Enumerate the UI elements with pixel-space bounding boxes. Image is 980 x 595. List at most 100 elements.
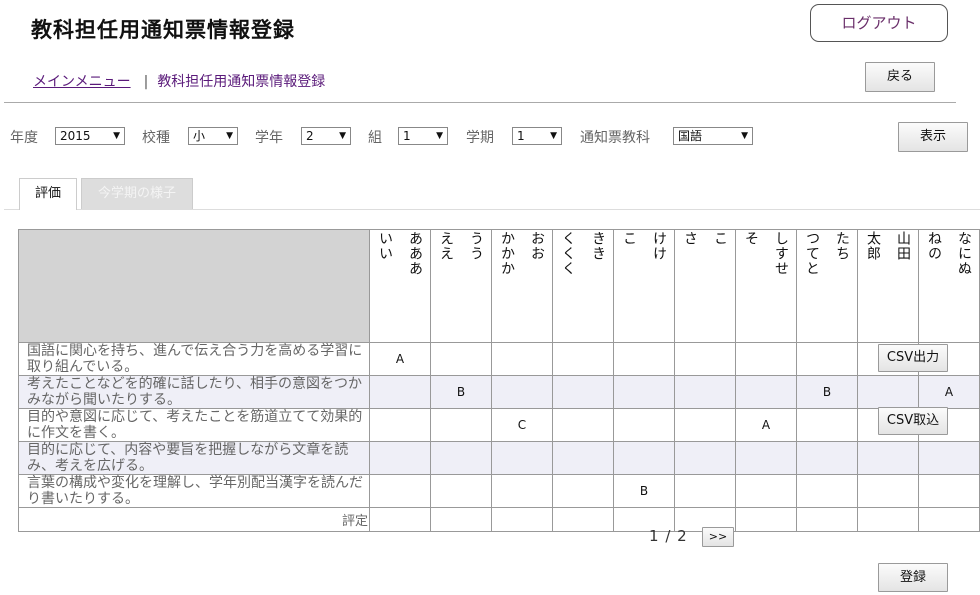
tab-term-status[interactable]: 今学期の様子 (81, 178, 193, 210)
grade-cell[interactable]: A (369, 342, 431, 376)
class-select-value: 1 (403, 129, 411, 143)
grade-cell[interactable] (796, 408, 858, 442)
grade-cell[interactable] (613, 408, 675, 442)
grade-cell[interactable] (735, 375, 797, 409)
school-type-label: 校種 (142, 130, 170, 146)
grade-cell[interactable]: A (735, 408, 797, 442)
grade-cell[interactable] (552, 441, 614, 475)
breadcrumb: メインメニュー | 教科担任用通知票情報登録 (33, 71, 325, 91)
year-select-value: 2015 (60, 129, 91, 143)
grade-cell[interactable] (735, 342, 797, 376)
grade-cell[interactable] (552, 375, 614, 409)
grade-label: 学年 (255, 130, 283, 146)
grade-cell[interactable] (857, 375, 919, 409)
register-button[interactable]: 登録 (878, 563, 948, 592)
grade-cell[interactable]: B (613, 474, 675, 508)
grade-cell[interactable] (491, 375, 553, 409)
student-header: しすせそ (735, 229, 797, 343)
rating-cell[interactable] (430, 507, 492, 532)
grade-cell[interactable]: B (430, 375, 492, 409)
rating-cell[interactable] (552, 507, 614, 532)
student-header: あああ いい (369, 229, 431, 343)
grade-cell[interactable] (674, 408, 736, 442)
grade-cell[interactable] (430, 408, 492, 442)
pager: 1 / 2 (649, 527, 688, 545)
grade-cell[interactable] (735, 441, 797, 475)
grade-cell[interactable] (430, 474, 492, 508)
grade-cell[interactable] (918, 474, 980, 508)
pager-total: 2 (677, 527, 688, 545)
grade-cell[interactable] (857, 474, 919, 508)
class-select[interactable]: 1 ▼ (398, 127, 448, 145)
criterion-label: 目的や意図に応じて、考えたことを筋道立てて効果的に作文を書く。 (18, 408, 370, 442)
grade-cell[interactable] (369, 474, 431, 508)
breadcrumb-main-menu-link[interactable]: メインメニュー (33, 74, 131, 90)
evaluation-table: あああ いい うう ええ おお かかか きき くくく けけこ こさ しすせそ たち つてと… (18, 229, 980, 532)
grade-cell[interactable] (857, 441, 919, 475)
grade-cell[interactable] (613, 441, 675, 475)
grade-cell[interactable] (674, 441, 736, 475)
subject-select[interactable]: 国語 ▼ (673, 127, 753, 145)
grade-cell[interactable] (796, 474, 858, 508)
criterion-label: 国語に関心を持ち、進んで伝え合う力を高める学習に取り組んでいる。 (18, 342, 370, 376)
rating-cell[interactable] (491, 507, 553, 532)
grade-cell[interactable]: A (918, 375, 980, 409)
grade-cell[interactable] (613, 342, 675, 376)
grade-select-value: 2 (306, 129, 314, 143)
grade-cell[interactable] (552, 474, 614, 508)
rating-cell[interactable] (735, 507, 797, 532)
table-row: 言葉の構成や変化を理解し、学年別配当漢字を読んだり書いたりする。 B (18, 474, 980, 508)
back-button[interactable]: 戻る (865, 62, 935, 92)
grade-cell[interactable] (674, 375, 736, 409)
subject-select-value: 国語 (678, 129, 703, 143)
rating-cell[interactable] (796, 507, 858, 532)
tab-evaluation[interactable]: 評価 (19, 178, 77, 210)
chevron-down-icon: ▼ (741, 131, 748, 141)
rating-cell[interactable] (369, 507, 431, 532)
grade-cell[interactable] (430, 342, 492, 376)
grade-cell[interactable] (674, 342, 736, 376)
year-select[interactable]: 2015 ▼ (55, 127, 125, 145)
school-type-select-value: 小 (193, 129, 206, 143)
grade-cell[interactable] (552, 342, 614, 376)
school-type-select[interactable]: 小 ▼ (188, 127, 238, 145)
table-row: 考えたことなどを的確に話したり、相手の意図をつかみながら聞いたりする。 B B A (18, 375, 980, 409)
csv-import-button[interactable]: CSV取込 (878, 407, 948, 435)
grade-cell[interactable] (674, 474, 736, 508)
criterion-label: 目的に応じて、内容や要旨を把握しながら文章を読み、考えを広げる。 (18, 441, 370, 475)
grade-cell[interactable] (613, 375, 675, 409)
csv-export-button[interactable]: CSV出力 (878, 344, 948, 372)
chevron-down-icon: ▼ (339, 131, 346, 141)
grade-cell[interactable] (735, 474, 797, 508)
rating-cell[interactable] (857, 507, 919, 532)
subject-label: 通知票教科 (580, 130, 650, 146)
display-button[interactable]: 表示 (898, 122, 968, 152)
term-select[interactable]: 1 ▼ (512, 127, 562, 145)
grade-cell[interactable] (491, 474, 553, 508)
rating-row-label: 評定 (18, 507, 370, 532)
table-row: 目的や意図に応じて、考えたことを筋道立てて効果的に作文を書く。 C A (18, 408, 980, 442)
grade-cell[interactable] (430, 441, 492, 475)
grade-cell[interactable] (369, 441, 431, 475)
grade-cell[interactable] (796, 441, 858, 475)
chevron-down-icon: ▼ (436, 131, 443, 141)
logout-button[interactable]: ログアウト (810, 4, 948, 42)
pager-current: 1 (649, 527, 660, 545)
grade-cell[interactable] (796, 342, 858, 376)
student-header: なにぬ ねの (918, 229, 980, 343)
breadcrumb-current: 教科担任用通知票情報登録 (157, 74, 326, 90)
rating-cell[interactable] (918, 507, 980, 532)
grade-cell[interactable] (369, 408, 431, 442)
header-blank-cell (18, 229, 370, 343)
grade-cell[interactable] (369, 375, 431, 409)
page-title: 教科担任用通知票情報登録 (31, 18, 295, 42)
grade-cell[interactable] (491, 342, 553, 376)
pager-separator: / (665, 527, 672, 545)
grade-cell[interactable] (491, 441, 553, 475)
next-page-button[interactable]: >> (702, 527, 734, 547)
grade-select[interactable]: 2 ▼ (301, 127, 351, 145)
grade-cell[interactable] (918, 441, 980, 475)
grade-cell[interactable] (552, 408, 614, 442)
grade-cell[interactable]: C (491, 408, 553, 442)
grade-cell[interactable]: B (796, 375, 858, 409)
